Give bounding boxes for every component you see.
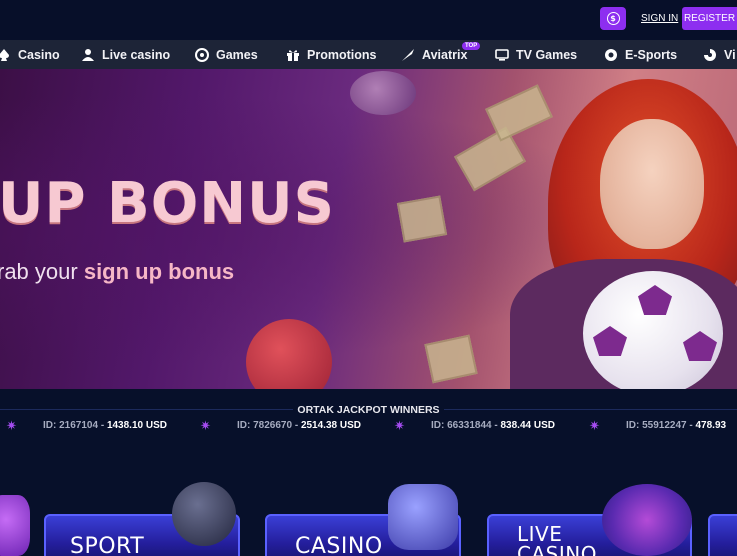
money-bill-image [424, 334, 478, 384]
category-card-next[interactable] [708, 514, 737, 556]
hero-subtitle-text: rab your [0, 259, 84, 284]
basketball-image [172, 482, 236, 546]
tv-icon [495, 48, 509, 62]
star-icon: ✷ [394, 419, 405, 434]
slot-reel-image [388, 484, 458, 550]
nav-label: Games [216, 47, 258, 62]
nav-label: Live casino [102, 47, 171, 62]
gamepad-icon [195, 47, 209, 62]
category-label: LIVE CASINO [517, 522, 597, 556]
top-badge: TOP [462, 42, 481, 50]
star-icon: ✷ [200, 419, 211, 434]
nav-item-esports[interactable]: E-Sports [604, 40, 677, 69]
money-bill-image [454, 126, 526, 192]
dealer-icon [81, 48, 95, 62]
plane-icon [401, 48, 415, 62]
nav-label: TV Games [516, 47, 578, 62]
nav-item-live-casino[interactable]: Live casino [81, 40, 170, 69]
soccer-ball-image [583, 271, 723, 389]
nav-item-games[interactable]: Games [195, 40, 258, 69]
category-label: SPORT [70, 534, 145, 556]
nav-label: Promotions [307, 47, 377, 62]
star-icon: ✷ [6, 419, 17, 434]
virtual-icon [703, 48, 717, 62]
sport-decor-image [0, 495, 30, 556]
currency-button[interactable]: $ [600, 7, 626, 30]
jackpot-title-text: ORTAK JACKPOT WINNERS [293, 404, 444, 416]
money-bill-image [396, 195, 448, 243]
woman-face-image [600, 119, 704, 249]
star-icon: ✷ [589, 419, 600, 434]
roulette-image [602, 484, 692, 556]
hero-subtitle: rab your sign up bonus [0, 259, 234, 285]
nav-item-casino[interactable]: Casino [0, 40, 60, 69]
jackpot-title: ORTAK JACKPOT WINNERS [0, 404, 737, 416]
top-bar: $ SIGN IN REGISTER [0, 0, 737, 40]
hero-title: UP BONUS [0, 171, 335, 236]
spade-icon [0, 48, 11, 62]
hero-banner[interactable]: UP BONUS rab your sign up bonus [0, 69, 737, 389]
category-label: CASINO [295, 534, 383, 556]
jackpot-entry: ID: 2167104 - 1438.10 USD [43, 420, 167, 431]
nav-label: Casino [18, 47, 60, 62]
gift-icon [286, 48, 300, 62]
nav-label: Aviatrix [422, 47, 468, 62]
jackpot-entry: ID: 7826670 - 2514.38 USD [237, 420, 361, 431]
nav-item-promotions[interactable]: Promotions [286, 40, 376, 69]
nav-label: Vi [724, 47, 736, 62]
jackpot-entry: ID: 66331844 - 838.44 USD [431, 420, 555, 431]
nav-item-tv-games[interactable]: TV Games [495, 40, 577, 69]
dollar-coin-icon: $ [606, 12, 620, 25]
esports-icon [604, 48, 618, 62]
nav-item-aviatrix[interactable]: Aviatrix [401, 40, 467, 69]
jackpot-entry: ID: 55912247 - 478.93 [626, 420, 727, 431]
register-button[interactable]: REGISTER [682, 7, 737, 30]
sign-in-link[interactable]: SIGN IN [641, 13, 678, 24]
nav-label: E-Sports [625, 47, 678, 62]
nav-item-virtual[interactable]: Vi [703, 40, 736, 69]
jackpot-ticker: ✷ ID: 2167104 - 1438.10 USD ✷ ID: 782667… [0, 416, 737, 438]
main-nav: Casino Live casino Games Promotions Avia… [0, 40, 737, 69]
hero-subtitle-highlight: sign up bonus [83, 259, 235, 284]
floating-ball-image [350, 71, 416, 115]
floating-ball-image [246, 319, 332, 389]
